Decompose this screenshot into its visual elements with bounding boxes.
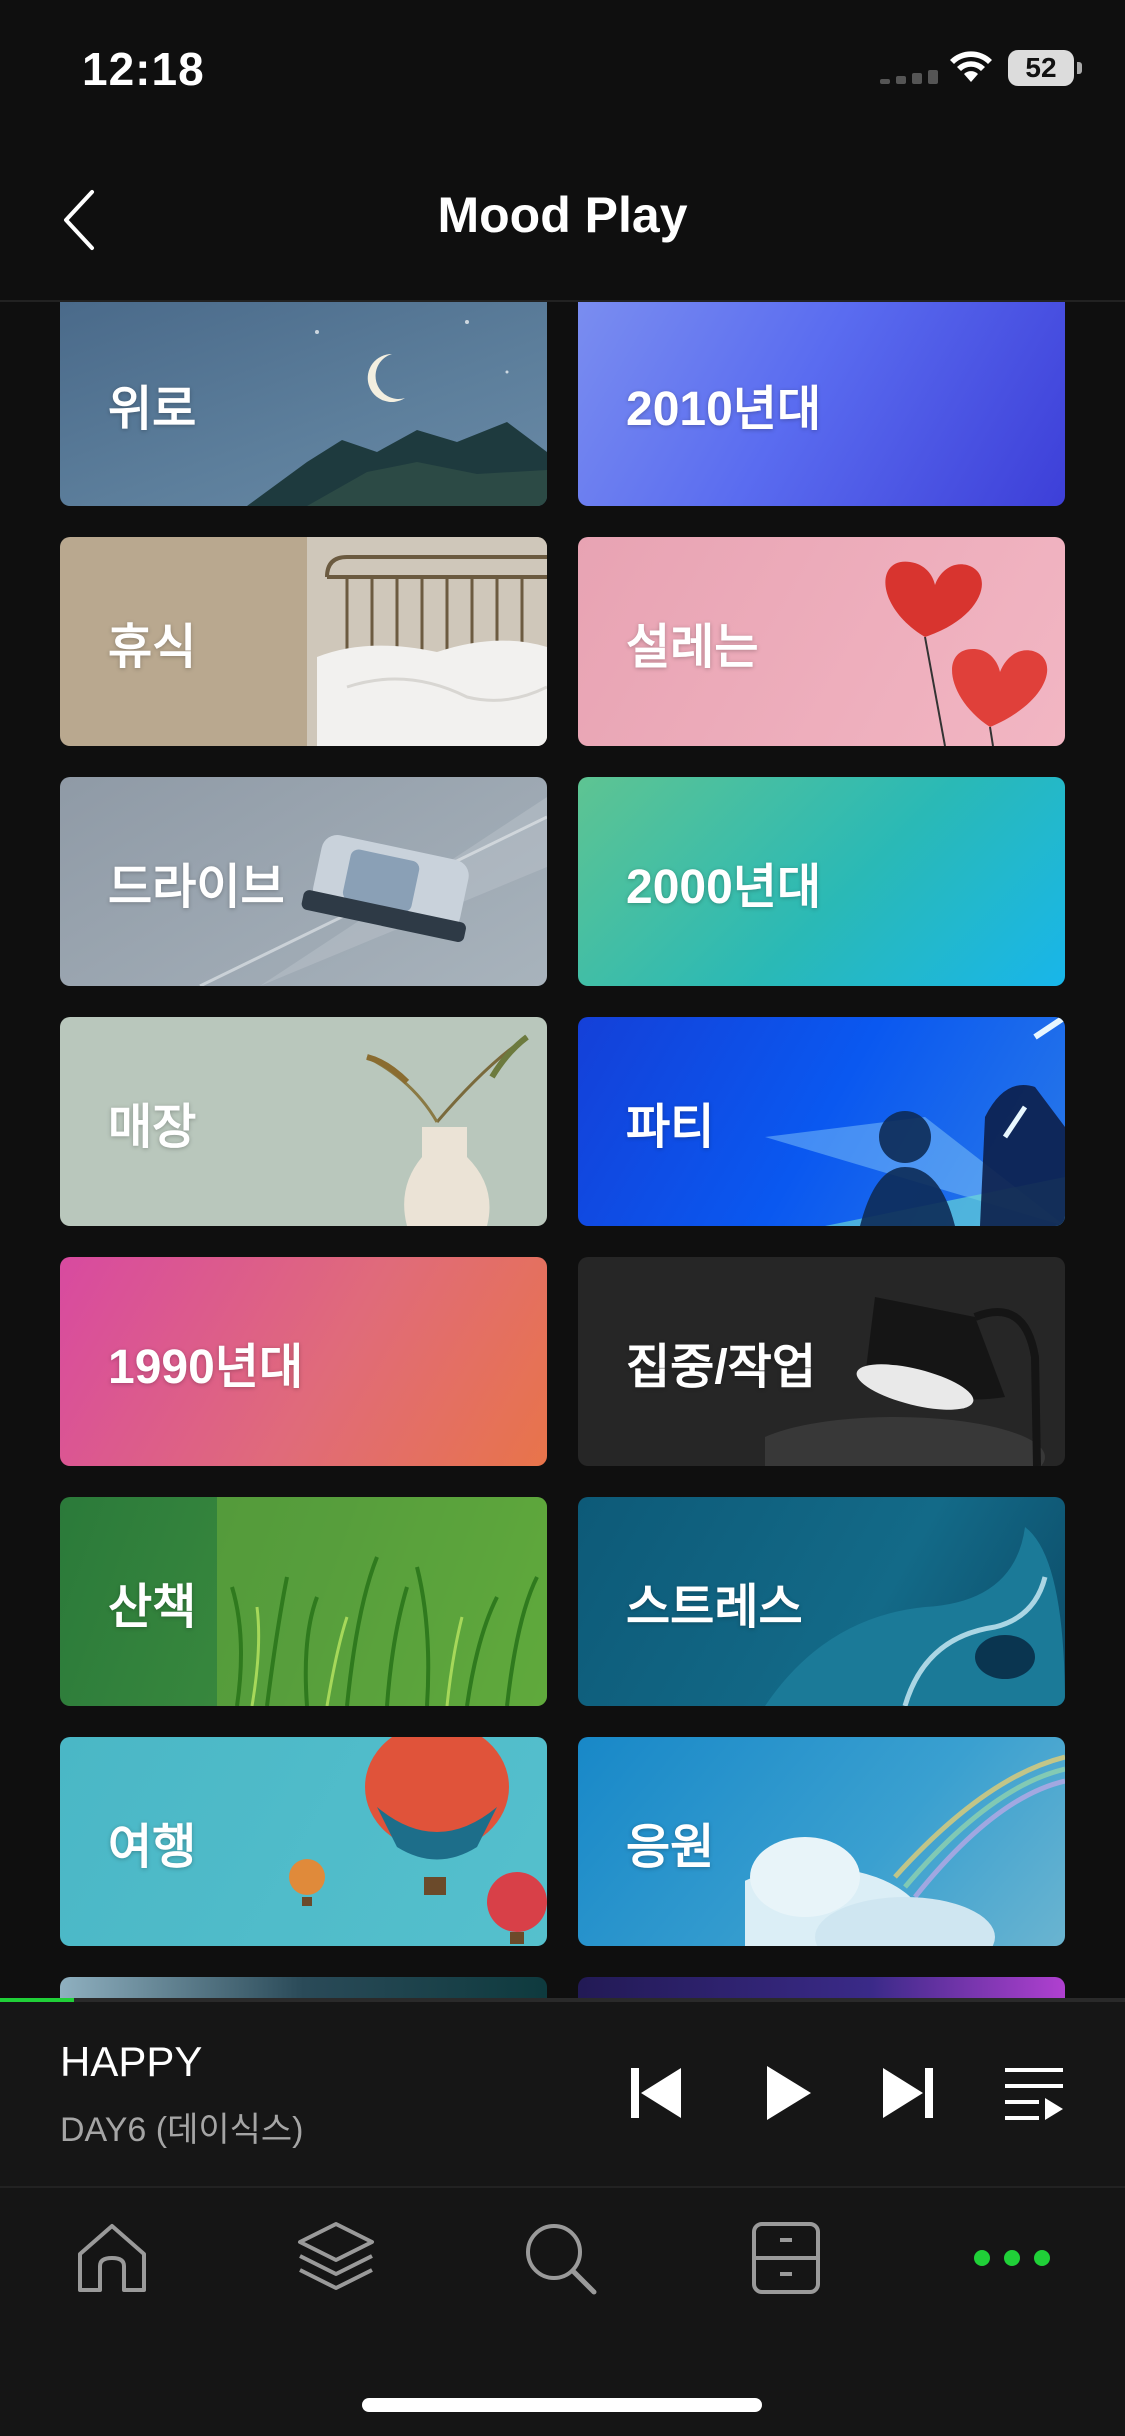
- mood-tile-walk[interactable]: 산책: [60, 1497, 547, 1706]
- library-icon[interactable]: [296, 2218, 376, 2298]
- status-bar: 12:18 52: [0, 0, 1125, 140]
- dj-party-image: [765, 1017, 1065, 1226]
- play-icon[interactable]: [755, 2062, 817, 2124]
- rainbow-clouds-image: [745, 1754, 1065, 1946]
- page-title: Mood Play: [437, 187, 688, 243]
- mood-label: 응원: [626, 1820, 715, 1874]
- mood-tile-partial[interactable]: [578, 1977, 1065, 1998]
- more-icon[interactable]: [970, 2218, 1050, 2298]
- mood-tile-stress[interactable]: 스트레스: [578, 1497, 1065, 1706]
- header: Mood Play: [0, 140, 1125, 302]
- previous-track-icon[interactable]: [625, 2062, 687, 2124]
- mood-label: 휴식: [108, 620, 197, 674]
- mood-tile-comfort[interactable]: 위로: [60, 302, 547, 506]
- mood-tile-2000s[interactable]: 2000년대: [578, 777, 1065, 986]
- wifi-icon: [950, 51, 992, 82]
- home-indicator: [362, 2398, 762, 2412]
- mood-label: 매장: [108, 1100, 197, 1154]
- battery-icon: 52: [1008, 50, 1082, 86]
- mood-tile-partial[interactable]: [60, 1977, 547, 1998]
- mood-tile-2010s[interactable]: 2010년대: [578, 302, 1065, 506]
- mood-tile-store[interactable]: 매장: [60, 1017, 547, 1226]
- mood-label: 스트레스: [626, 1580, 803, 1634]
- playlist-icon[interactable]: [1003, 2062, 1065, 2124]
- mood-tile-drive[interactable]: 드라이브: [60, 777, 547, 986]
- song-artist: DAY6 (데이식스): [60, 2111, 304, 2149]
- mood-tile-focus-work[interactable]: 집중/작업: [578, 1257, 1065, 1466]
- mini-player[interactable]: HAPPY DAY6 (데이식스): [0, 2002, 1125, 2188]
- mood-tile-travel[interactable]: 여행: [60, 1737, 547, 1946]
- mood-label: 산책: [108, 1580, 197, 1634]
- mood-label: 1990년대: [108, 1340, 304, 1394]
- mood-tile-excited[interactable]: 설레는: [578, 537, 1065, 746]
- heart-balloons-image: [885, 561, 1048, 746]
- cellular-signal-icon: [880, 70, 938, 84]
- mood-label: 2000년대: [626, 860, 822, 914]
- hot-air-balloons-image: [289, 1737, 547, 1944]
- mood-label: 2010년대: [626, 383, 822, 436]
- mood-label: 파티: [626, 1100, 715, 1154]
- vase-image: [366, 1034, 529, 1226]
- mood-label: 여행: [108, 1820, 197, 1874]
- status-time: 12:18: [82, 43, 205, 95]
- mood-tile-cheer[interactable]: 응원: [578, 1737, 1065, 1946]
- moon-mountain-image: [247, 320, 547, 506]
- search-icon[interactable]: [520, 2218, 600, 2298]
- song-title: HAPPY: [60, 2038, 203, 2085]
- mood-label: 설레는: [626, 620, 759, 674]
- grass-image: [217, 1497, 547, 1706]
- wave-image: [765, 1527, 1065, 1706]
- mood-label: 위로: [108, 383, 197, 436]
- mood-grid: 위로 2010년대 휴식 설레는 드라이브 2000년대 매장 파티 1990년…: [0, 302, 1125, 1998]
- mood-tile-party[interactable]: 파티: [578, 1017, 1065, 1226]
- mood-tile-rest[interactable]: 휴식: [60, 537, 547, 746]
- next-track-icon[interactable]: [877, 2062, 939, 2124]
- home-icon[interactable]: [72, 2218, 152, 2298]
- mood-label: 집중/작업: [626, 1340, 816, 1394]
- storage-icon[interactable]: [746, 2218, 826, 2298]
- mood-tile-1990s[interactable]: 1990년대: [60, 1257, 547, 1466]
- bed-image: [307, 537, 547, 746]
- mood-label: 드라이브: [108, 860, 285, 914]
